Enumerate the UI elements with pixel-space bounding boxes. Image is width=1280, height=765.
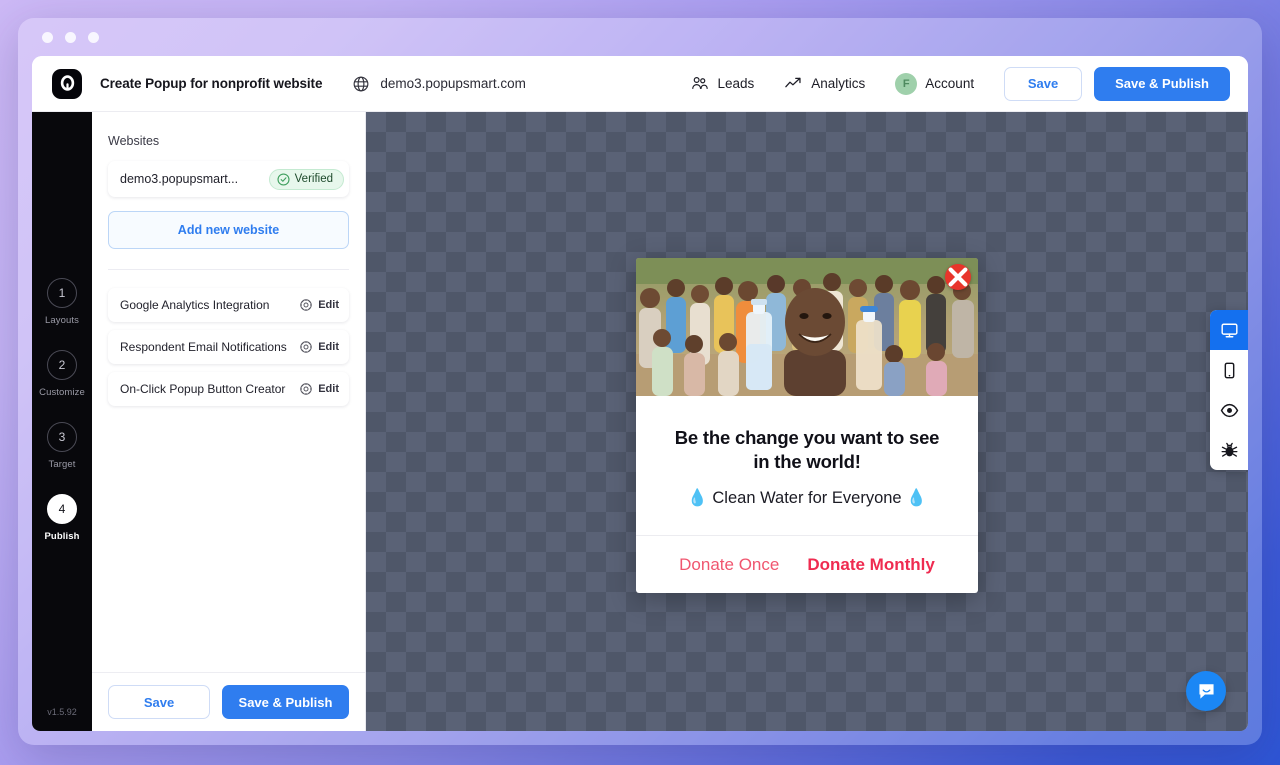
step-target[interactable]: 3 Target	[47, 421, 77, 470]
step-publish-label: Publish	[44, 530, 80, 542]
debug-bug-button[interactable]	[1210, 430, 1248, 470]
status-badge: Verified	[268, 168, 344, 190]
setting-row-google-analytics[interactable]: Google Analytics Integration Edit	[108, 288, 349, 322]
nav-account-label: Account	[925, 76, 975, 91]
window-maximize-dot[interactable]	[88, 31, 99, 43]
step-publish[interactable]: 4 Publish	[44, 493, 80, 542]
panel-save-button[interactable]: Save	[108, 685, 210, 719]
setting-row-onclick-popup-button[interactable]: On-Click Popup Button Creator Edit	[108, 372, 349, 406]
add-new-website-button[interactable]: Add new website	[108, 211, 349, 249]
edit-control[interactable]: Edit	[299, 340, 339, 354]
gear-icon	[300, 383, 312, 395]
bug-debug-icon	[1221, 442, 1237, 457]
popup-subtext: 💧 Clean Water for Everyone 💧	[687, 488, 927, 507]
nav-analytics[interactable]: Analytics	[784, 74, 865, 93]
setting-row-respondent-email[interactable]: Respondent Email Notifications Edit	[108, 330, 349, 364]
popup-hero-image	[636, 258, 978, 396]
preview-eye-button[interactable]	[1210, 390, 1248, 430]
edit-label: Edit	[318, 299, 339, 311]
popupsmart-logo-icon[interactable]	[52, 68, 82, 99]
nav-leads[interactable]: Leads	[690, 74, 754, 93]
panel-footer: Save Save & Publish	[92, 672, 365, 731]
donate-monthly-button[interactable]: Donate Monthly	[807, 555, 935, 575]
device-mobile-button[interactable]	[1210, 350, 1248, 390]
publish-settings-panel: Websites demo3.popupsmart... Verified Ad…	[92, 112, 366, 731]
chat-bubble-icon	[1198, 683, 1214, 699]
edit-control[interactable]: Edit	[299, 382, 339, 396]
save-button[interactable]: Save	[1004, 66, 1083, 101]
site-url-chip[interactable]: demo3.popupsmart.com	[352, 75, 526, 93]
check-circle-icon	[277, 172, 290, 186]
step-customize-label: Customize	[39, 386, 85, 398]
popup-close-button[interactable]	[945, 264, 971, 290]
websites-section-label: Websites	[108, 134, 160, 148]
popup-headline: Be the change you want to see in the wor…	[658, 426, 956, 475]
app-version: v1.5.92	[47, 707, 77, 717]
device-preview-toolbar	[1210, 310, 1248, 470]
analytics-trend-icon	[785, 77, 801, 88]
popup-headline-line1: Be the change you want to see	[674, 427, 940, 448]
nav-analytics-label: Analytics	[811, 76, 866, 91]
nav-account[interactable]: F Account	[895, 72, 975, 95]
step-customize[interactable]: 2 Customize	[39, 349, 85, 398]
app-root: Create Popup for nonprofit website demo3…	[32, 56, 1248, 731]
panel-divider	[108, 269, 349, 270]
status-badge-label: Verified	[294, 173, 333, 185]
edit-control[interactable]: Edit	[299, 298, 339, 312]
step-target-label: Target	[48, 458, 76, 470]
window-titlebar	[18, 18, 1262, 56]
popup-headline-line2: in the world!	[753, 451, 861, 473]
popup-body: Be the change you want to see in the wor…	[636, 396, 978, 535]
window-minimize-dot[interactable]	[65, 31, 76, 43]
save-and-publish-button[interactable]: Save & Publish	[1094, 66, 1230, 101]
edit-label: Edit	[318, 383, 339, 395]
website-row[interactable]: demo3.popupsmart... Verified	[108, 161, 349, 197]
site-url-text: demo3.popupsmart.com	[380, 76, 526, 91]
page-title: Create Popup for nonprofit website	[100, 76, 323, 91]
close-x-icon	[948, 267, 968, 287]
step-rail: 1 Layouts 2 Customize 3 Target 4 Publish…	[32, 112, 92, 731]
app-body: 1 Layouts 2 Customize 3 Target 4 Publish…	[32, 112, 1248, 731]
edit-label: Edit	[318, 341, 339, 353]
popup-preview: Be the change you want to see in the wor…	[636, 258, 978, 594]
setting-name: Google Analytics Integration	[120, 298, 270, 312]
hero-illustration	[636, 258, 978, 396]
globe-icon	[353, 76, 369, 91]
device-desktop-button[interactable]	[1210, 310, 1248, 350]
gear-icon	[300, 299, 312, 311]
gear-icon	[300, 341, 312, 353]
top-bar: Create Popup for nonprofit website demo3…	[32, 56, 1248, 112]
desktop-icon	[1220, 323, 1238, 337]
step-layouts-label: Layouts	[45, 314, 79, 326]
panel-save-and-publish-button[interactable]: Save & Publish	[222, 685, 349, 719]
step-publish-number: 4	[46, 493, 77, 524]
chat-launcher-button[interactable]	[1186, 671, 1226, 711]
step-layouts-number: 1	[46, 277, 77, 308]
step-customize-number: 2	[47, 349, 77, 380]
avatar: F	[895, 72, 918, 95]
step-target-number: 3	[47, 421, 77, 452]
mobile-icon	[1224, 362, 1234, 378]
nav-leads-label: Leads	[717, 76, 755, 91]
eye-preview-icon	[1220, 403, 1238, 417]
users-icon	[692, 77, 709, 89]
browser-window: Create Popup for nonprofit website demo3…	[18, 18, 1262, 745]
panel-scroll-area: Websites demo3.popupsmart... Verified Ad…	[92, 112, 365, 672]
popup-cta-row: Donate Once Donate Monthly	[636, 535, 978, 593]
setting-name: Respondent Email Notifications	[120, 340, 287, 354]
donate-once-button[interactable]: Donate Once	[679, 555, 779, 575]
setting-name: On-Click Popup Button Creator	[120, 382, 286, 396]
step-layouts[interactable]: 1 Layouts	[45, 277, 79, 326]
popup-preview-canvas: Be the change you want to see in the wor…	[366, 112, 1248, 731]
window-close-dot[interactable]	[42, 31, 53, 43]
website-name: demo3.popupsmart...	[120, 172, 239, 186]
